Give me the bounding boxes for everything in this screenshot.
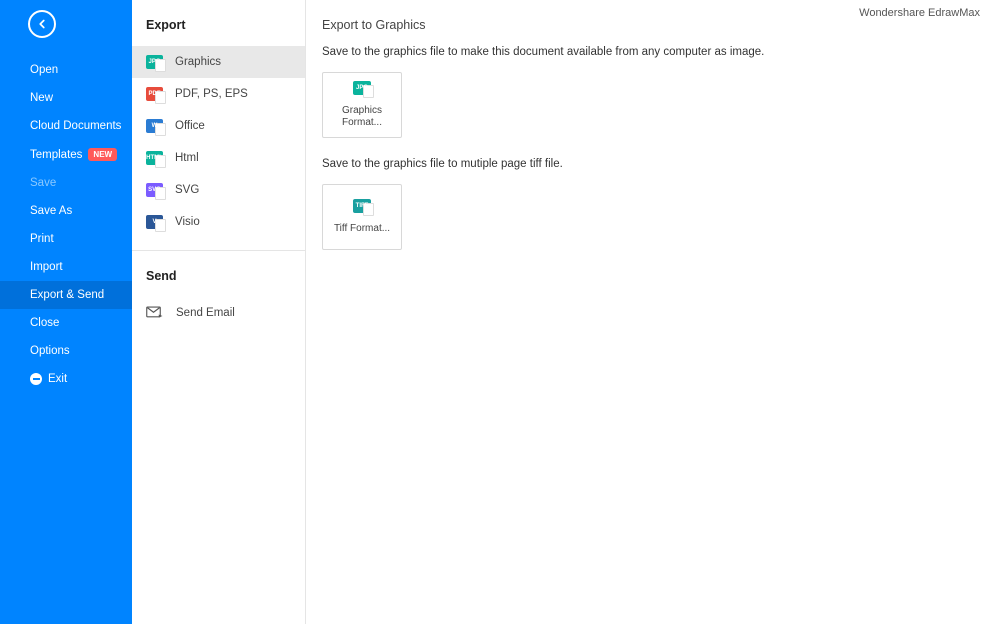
sidebar-item-label: Print — [30, 233, 54, 245]
content-title: Export to Graphics — [322, 18, 984, 32]
sidebar-item-print[interactable]: Print — [0, 225, 132, 253]
export-type-panel: Export JPG Graphics PDF PDF, PS, EPS W Office… — [132, 0, 306, 624]
export-item-svg[interactable]: SVG SVG — [132, 174, 305, 206]
sidebar-item-label: Export & Send — [30, 289, 104, 301]
export-item-pdf-ps-eps[interactable]: PDF PDF, PS, EPS — [132, 78, 305, 110]
export-item-label: Office — [175, 120, 205, 132]
sidebar-item-save-as[interactable]: Save As — [0, 197, 132, 225]
sidebar-item-label: Import — [30, 261, 63, 273]
sidebar-item-open[interactable]: Open — [0, 56, 132, 84]
graphics-format-tile[interactable]: JPG Graphics Format... — [322, 72, 402, 138]
export-item-office[interactable]: W Office — [132, 110, 305, 142]
send-section-title: Send — [132, 251, 305, 297]
back-arrow-icon — [35, 17, 49, 31]
sidebar-item-import[interactable]: Import — [0, 253, 132, 281]
send-item-label: Send Email — [176, 307, 235, 319]
pdf-icon: PDF — [146, 87, 163, 101]
html-icon: HTML — [146, 151, 163, 165]
sidebar-item-label: Open — [30, 64, 58, 76]
sidebar: Open New Cloud Documents Templates NEW Save Sa… — [0, 0, 132, 624]
tiff-format-tile[interactable]: TIFF Tiff Format... — [322, 184, 402, 250]
graphics-description: Save to the graphics file to make this d… — [322, 46, 984, 58]
mail-icon — [146, 306, 164, 320]
svg-icon: SVG — [146, 183, 163, 197]
sidebar-item-label: New — [30, 92, 53, 104]
sidebar-item-new[interactable]: New — [0, 84, 132, 112]
office-icon: W — [146, 119, 163, 133]
export-item-html[interactable]: HTML Html — [132, 142, 305, 174]
export-item-visio[interactable]: V Visio — [132, 206, 305, 238]
sidebar-item-options[interactable]: Options — [0, 337, 132, 365]
send-item-send-email[interactable]: Send Email — [132, 297, 305, 329]
new-badge: NEW — [88, 148, 117, 161]
sidebar-item-label: Close — [30, 317, 59, 329]
sidebar-item-cloud-documents[interactable]: Cloud Documents — [0, 112, 132, 140]
sidebar-item-templates[interactable]: Templates NEW — [0, 140, 132, 169]
sidebar-item-label: Templates — [30, 149, 82, 161]
content-panel: Export to Graphics Save to the graphics … — [306, 0, 1000, 624]
sidebar-item-close[interactable]: Close — [0, 309, 132, 337]
export-item-label: SVG — [175, 184, 199, 196]
graphics-tile-label: Graphics Format... — [323, 105, 401, 129]
visio-icon: V — [146, 215, 163, 229]
sidebar-item-label: Save — [30, 177, 56, 189]
sidebar-item-exit[interactable]: Exit — [0, 365, 132, 393]
sidebar-item-label: Cloud Documents — [30, 120, 121, 132]
tiff-icon: TIFF — [353, 199, 371, 213]
export-item-label: PDF, PS, EPS — [175, 88, 248, 100]
jpg-icon: JPG — [353, 81, 371, 95]
sidebar-item-label: Save As — [30, 205, 72, 217]
export-item-label: Graphics — [175, 56, 221, 68]
tiff-tile-label: Tiff Format... — [334, 223, 390, 235]
sidebar-item-label: Options — [30, 345, 70, 357]
export-item-label: Html — [175, 152, 199, 164]
exit-icon — [30, 373, 42, 385]
sidebar-item-label: Exit — [48, 373, 67, 385]
sidebar-item-export-send[interactable]: Export & Send — [0, 281, 132, 309]
tiff-description: Save to the graphics file to mutiple pag… — [322, 158, 984, 170]
export-section-title: Export — [132, 0, 305, 46]
export-item-label: Visio — [175, 216, 200, 228]
back-button[interactable] — [28, 10, 56, 38]
sidebar-item-save: Save — [0, 169, 132, 197]
jpg-icon: JPG — [146, 55, 163, 69]
export-item-graphics[interactable]: JPG Graphics — [132, 46, 305, 78]
